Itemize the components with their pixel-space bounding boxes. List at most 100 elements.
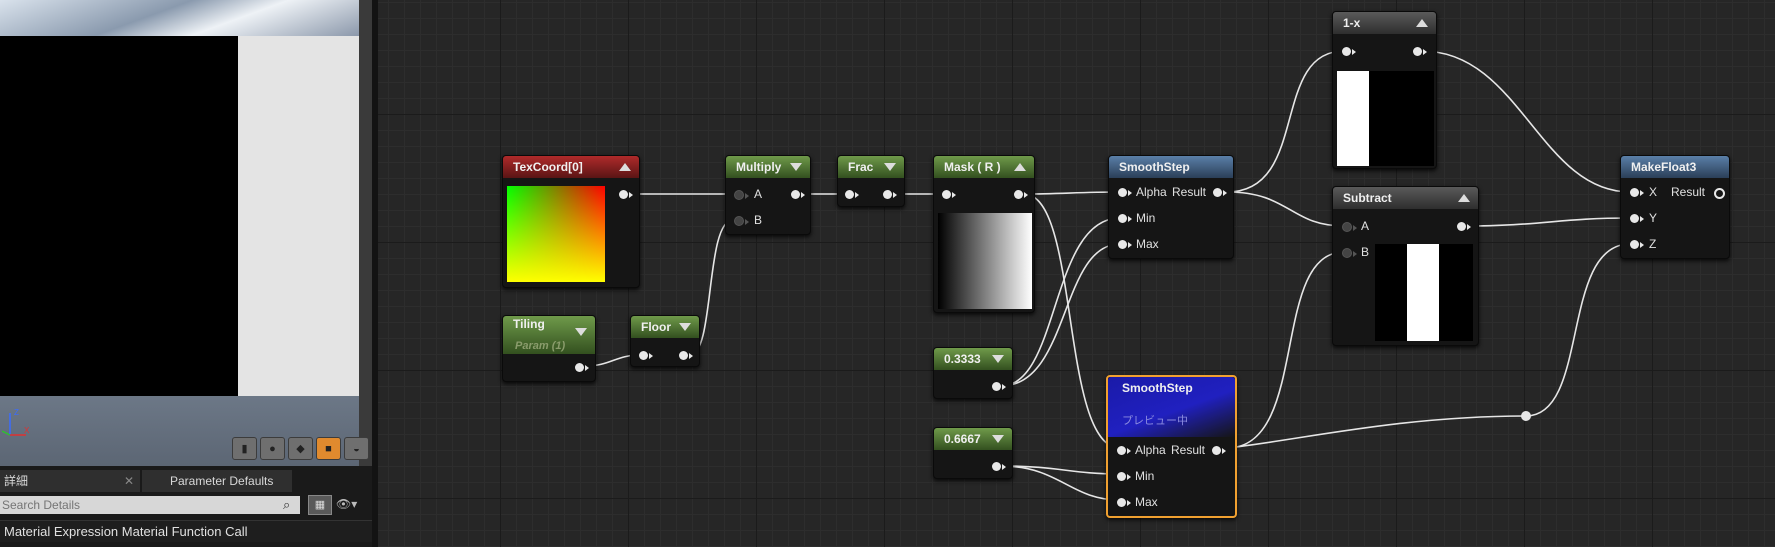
- smoothstep2-min-pin[interactable]: [1117, 472, 1131, 481]
- oneminus-input-pin[interactable]: [1342, 47, 1356, 56]
- collapse-arrow-icon[interactable]: [790, 163, 802, 171]
- node-tiling-title: Tiling: [513, 317, 545, 331]
- custom-mesh-preview-button[interactable]: ◒: [344, 437, 369, 460]
- node-frac[interactable]: Frac: [837, 155, 905, 207]
- close-icon[interactable]: ✕: [124, 470, 134, 492]
- node-mask-r[interactable]: Mask ( R ): [933, 155, 1035, 313]
- cylinder-preview-button[interactable]: ▮: [232, 437, 257, 460]
- plane-icon: ◆: [296, 443, 305, 455]
- collapse-arrow-icon[interactable]: [619, 163, 631, 171]
- smoothstep1-result-pin[interactable]: [1213, 188, 1227, 197]
- mask-input-pin[interactable]: [942, 190, 956, 199]
- viewport-edge: [359, 0, 372, 466]
- texcoord-output-pin[interactable]: [619, 190, 633, 199]
- smoothstep2-max-pin[interactable]: [1117, 498, 1131, 507]
- node-frac-header: Frac: [838, 156, 904, 178]
- smoothstep1-alpha-label: Alpha: [1136, 185, 1167, 199]
- multiply-input-a-pin[interactable]: [734, 190, 749, 200]
- smoothstep2-alpha-pin[interactable]: [1117, 446, 1131, 455]
- node-smoothstep-2[interactable]: SmoothStep プレビュー中 Alpha Result Min Max: [1106, 375, 1237, 518]
- floor-output-pin[interactable]: [679, 351, 693, 360]
- makefloat3-y-pin[interactable]: [1630, 214, 1644, 223]
- smoothstep1-max-pin[interactable]: [1118, 240, 1132, 249]
- tab-details[interactable]: 詳細 ✕: [0, 470, 140, 492]
- plane-preview-button[interactable]: ◆: [288, 437, 313, 460]
- multiply-input-b-pin[interactable]: [734, 216, 749, 226]
- svg-text:Z: Z: [14, 408, 19, 417]
- details-tab-bar: 詳細 ✕ Parameter Defaults: [0, 470, 372, 492]
- subtract-input-a-pin[interactable]: [1342, 222, 1357, 232]
- node-floor-header: Floor: [631, 316, 699, 338]
- tiling-output-pin[interactable]: [575, 363, 589, 372]
- node-texcoord[interactable]: TexCoord[0]: [502, 155, 640, 288]
- node-constant-0-3333[interactable]: 0.3333: [933, 347, 1013, 399]
- tab-parameter-defaults[interactable]: Parameter Defaults: [142, 470, 292, 492]
- view-options-button[interactable]: ▦: [308, 495, 332, 515]
- collapse-arrow-icon[interactable]: [1458, 194, 1470, 202]
- node-const1-title: 0.3333: [944, 352, 981, 366]
- node-floor[interactable]: Floor: [630, 315, 700, 367]
- node-multiply-header: Multiply: [726, 156, 810, 178]
- floor-input-pin[interactable]: [639, 351, 653, 360]
- smoothstep1-min-label: Min: [1136, 211, 1156, 225]
- node-smoothstep2-header: SmoothStep プレビュー中: [1108, 377, 1235, 437]
- const2-output-pin[interactable]: [992, 462, 1006, 471]
- const1-output-pin[interactable]: [992, 382, 1006, 391]
- frac-output-pin[interactable]: [883, 190, 897, 199]
- oneminus-output-pin[interactable]: [1413, 47, 1427, 56]
- node-const2-header: 0.6667: [934, 428, 1012, 450]
- frac-input-pin[interactable]: [845, 190, 859, 199]
- collapse-arrow-icon[interactable]: [575, 328, 587, 336]
- makefloat3-z-pin[interactable]: [1630, 240, 1644, 249]
- makefloat3-result-label: Result: [1671, 185, 1706, 199]
- subtract-preview: [1375, 244, 1473, 341]
- smoothstep1-min-pin[interactable]: [1118, 214, 1132, 223]
- cube-preview-button[interactable]: ■: [316, 437, 341, 460]
- collapse-arrow-icon[interactable]: [884, 163, 896, 171]
- search-details-input[interactable]: [0, 496, 300, 514]
- multiply-output-pin[interactable]: [791, 190, 805, 199]
- collapse-arrow-icon[interactable]: [992, 435, 1004, 443]
- mask-preview: [938, 213, 1032, 309]
- node-multiply[interactable]: Multiply A B: [725, 155, 811, 235]
- mask-output-pin[interactable]: [1014, 190, 1028, 199]
- node-floor-title: Floor: [641, 320, 671, 334]
- node-smoothstep2-title: SmoothStep: [1122, 381, 1193, 395]
- node-makefloat3[interactable]: MakeFloat3 X Result Y Z: [1620, 155, 1730, 259]
- makefloat3-result-pin[interactable]: [1714, 188, 1725, 199]
- node-one-minus[interactable]: 1-x: [1332, 11, 1437, 169]
- smoothstep1-alpha-pin[interactable]: [1118, 188, 1132, 197]
- node-oneminus-header: 1-x: [1333, 12, 1436, 34]
- sphere-icon: ●: [269, 442, 276, 455]
- smoothstep2-min-label: Min: [1135, 469, 1155, 483]
- subtract-input-b-pin[interactable]: [1342, 248, 1357, 258]
- search-icon: ⌕: [283, 497, 291, 512]
- sphere-preview-button[interactable]: ●: [260, 437, 285, 460]
- preview-black-region: [0, 36, 238, 396]
- node-subtract[interactable]: Subtract A B: [1332, 186, 1479, 346]
- collapse-arrow-icon[interactable]: [1014, 163, 1026, 171]
- smoothstep2-result-pin[interactable]: [1212, 446, 1226, 455]
- node-texcoord-title: TexCoord[0]: [513, 160, 583, 174]
- makefloat3-z-label: Z: [1649, 237, 1657, 251]
- makefloat3-x-pin[interactable]: [1630, 188, 1644, 197]
- collapse-arrow-icon[interactable]: [992, 355, 1004, 363]
- collapse-arrow-icon[interactable]: [679, 323, 691, 331]
- visibility-filter-button[interactable]: 👁▾: [336, 497, 357, 511]
- smoothstep2-result-label: Result: [1171, 443, 1206, 457]
- node-smoothstep-1[interactable]: SmoothStep Alpha Result Min Max: [1108, 155, 1234, 259]
- node-tiling[interactable]: Tiling Param (1): [502, 315, 596, 382]
- node-constant-0-6667[interactable]: 0.6667: [933, 427, 1013, 479]
- subtract-output-pin[interactable]: [1457, 222, 1471, 231]
- node-smoothstep2-subtitle: プレビュー中: [1122, 415, 1188, 427]
- details-tab-label: 詳細: [4, 474, 29, 488]
- left-panel: Z X ▮ ● ◆ ■ ◒ 詳細 ✕ Parameter Defaults ⌕ …: [0, 0, 372, 547]
- cube-icon: ■: [325, 442, 332, 455]
- node-makefloat3-title: MakeFloat3: [1631, 160, 1697, 174]
- preview-viewport[interactable]: Z X ▮ ● ◆ ■ ◒: [0, 0, 372, 466]
- makefloat3-x-label: X: [1649, 185, 1658, 199]
- node-texcoord-header: TexCoord[0]: [503, 156, 639, 178]
- node-mask-header: Mask ( R ): [934, 156, 1034, 178]
- node-tiling-subtitle: Param (1): [515, 340, 566, 352]
- collapse-arrow-icon[interactable]: [1416, 19, 1428, 27]
